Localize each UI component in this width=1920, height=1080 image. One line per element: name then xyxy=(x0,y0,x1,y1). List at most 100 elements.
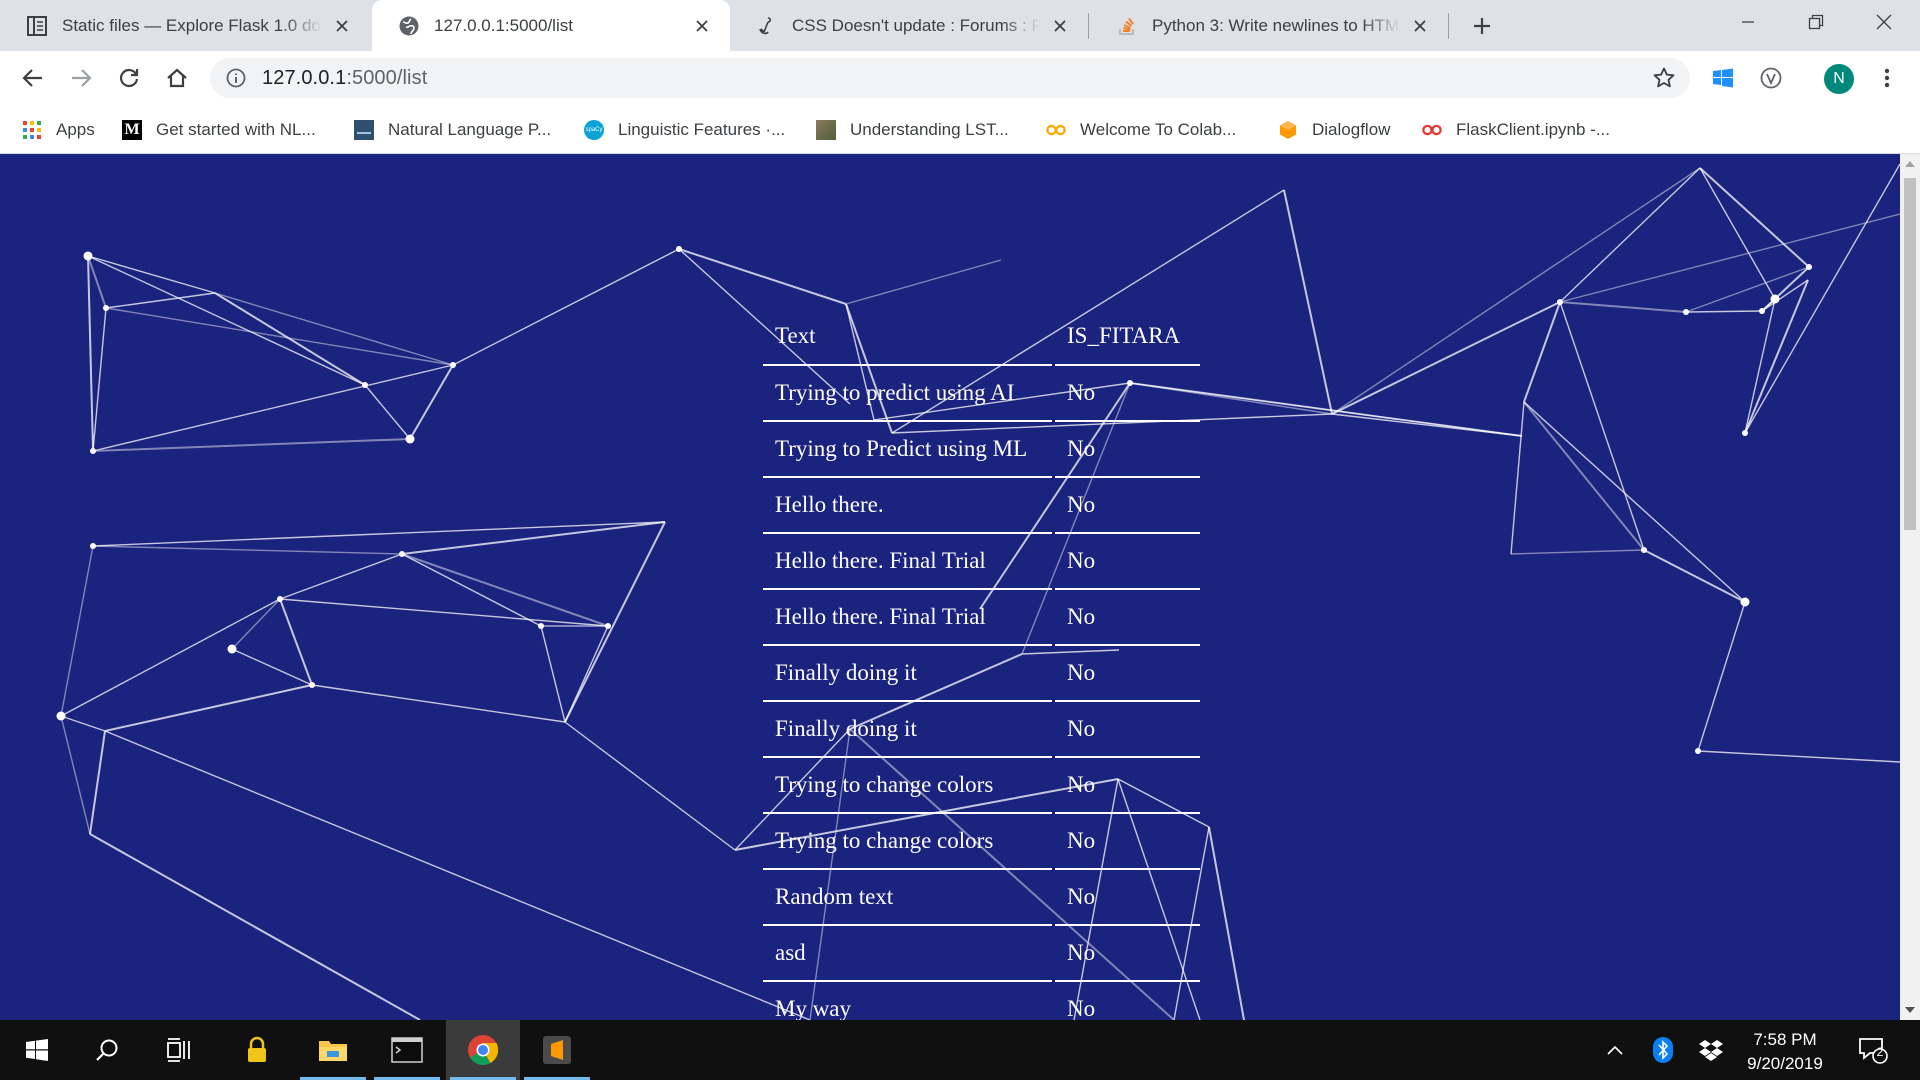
book-icon xyxy=(26,15,48,37)
forward-button[interactable] xyxy=(64,61,98,95)
search-button[interactable] xyxy=(70,1020,144,1080)
bookmark-flaskclient[interactable]: FlaskClient.ipynb -... xyxy=(1422,117,1610,143)
network-node xyxy=(227,644,237,654)
cell-text: Hello there. Final Trial xyxy=(763,590,1052,646)
network-line xyxy=(87,255,94,452)
network-line xyxy=(60,545,94,717)
taskbar-clock[interactable]: 7:58 PM 9/20/2019 xyxy=(1730,1028,1840,1076)
dropbox-tray-button[interactable] xyxy=(1696,1035,1726,1065)
bookmark-linguistic-features[interactable]: spaCy Linguistic Features ·... xyxy=(584,117,785,143)
network-node xyxy=(1806,264,1812,270)
minimize-button[interactable] xyxy=(1720,0,1776,44)
arrow-right-icon xyxy=(72,69,92,87)
colab-icon xyxy=(1422,120,1442,140)
task-view-button[interactable] xyxy=(142,1020,216,1080)
clock-time: 7:58 PM xyxy=(1753,1030,1817,1049)
bookmarks-bar: Apps M Get started with NL... Natural La… xyxy=(0,105,1920,154)
taskbar-chrome[interactable] xyxy=(446,1020,520,1080)
cell-is-fitara: No xyxy=(1055,534,1200,590)
bookmark-understanding-lstm[interactable]: Understanding LST... xyxy=(816,117,1009,143)
network-line xyxy=(1744,163,1900,434)
bluetooth-icon xyxy=(1653,1037,1673,1063)
url-text: 127.0.0.1:5000/list xyxy=(262,67,427,90)
home-button[interactable] xyxy=(160,61,194,95)
tab-stackoverflow[interactable]: Python 3: Write newlines to HTM xyxy=(1090,0,1448,51)
windows-extension-button[interactable] xyxy=(1706,61,1740,95)
tab-title: CSS Doesn't update : Forums : Py xyxy=(792,15,1040,35)
network-node xyxy=(1695,748,1701,754)
cell-text: Hello there. xyxy=(763,478,1052,534)
network-line xyxy=(92,364,454,452)
taskbar-terminal[interactable] xyxy=(370,1020,444,1080)
network-line xyxy=(1331,167,1701,415)
cell-is-fitara: No xyxy=(1055,758,1200,814)
network-line xyxy=(1685,266,1810,313)
network-node xyxy=(1641,547,1647,553)
network-node xyxy=(676,246,682,252)
network-line xyxy=(105,292,216,309)
new-tab-button[interactable] xyxy=(1468,12,1496,40)
network-line xyxy=(1643,549,1746,603)
close-icon[interactable] xyxy=(1408,14,1432,38)
bookmark-star-icon[interactable] xyxy=(1652,66,1676,90)
kebab-menu-icon xyxy=(1884,68,1890,88)
table-row: asd No xyxy=(763,926,1200,982)
bookmark-label: Welcome To Colab... xyxy=(1080,120,1237,139)
network-line xyxy=(231,598,281,650)
scroll-up-button[interactable] xyxy=(1900,154,1920,174)
show-hidden-icons-button[interactable] xyxy=(1600,1035,1630,1065)
action-center-button[interactable]: 2 xyxy=(1858,1035,1888,1065)
cell-text: Trying to change colors xyxy=(763,758,1052,814)
table-row: Trying to change colors No xyxy=(763,814,1200,870)
tab-css-forum[interactable]: CSS Doesn't update : Forums : Py xyxy=(730,0,1088,51)
bookmark-apps[interactable]: Apps xyxy=(22,117,95,143)
vimeo-extension-button[interactable] xyxy=(1754,61,1788,95)
scroll-down-button[interactable] xyxy=(1900,1000,1920,1020)
network-line xyxy=(214,292,366,386)
network-line xyxy=(364,384,411,440)
close-icon[interactable] xyxy=(1048,14,1072,38)
start-button[interactable] xyxy=(0,1020,74,1080)
taskbar-sublime[interactable] xyxy=(520,1020,594,1080)
network-line xyxy=(1523,401,1645,551)
bookmark-welcome-colab[interactable]: Welcome To Colab... xyxy=(1046,117,1236,143)
cell-text: Random text xyxy=(763,870,1052,926)
close-icon[interactable] xyxy=(330,14,354,38)
terminal-icon xyxy=(391,1037,423,1063)
network-line xyxy=(564,721,736,851)
bluetooth-tray-button[interactable] xyxy=(1648,1035,1678,1065)
bookmark-natural-language[interactable]: Natural Language P... xyxy=(354,117,551,143)
taskbar-lock-app[interactable] xyxy=(220,1020,294,1080)
cell-is-fitara: No xyxy=(1055,366,1200,422)
bookmark-label: Linguistic Features ·... xyxy=(618,120,786,139)
taskbar-file-explorer[interactable] xyxy=(296,1020,370,1080)
network-line xyxy=(1510,549,1645,555)
bookmark-dialogflow[interactable]: Dialogflow xyxy=(1278,117,1390,143)
network-node xyxy=(1742,430,1748,436)
bookmark-label: Get started with NL... xyxy=(156,120,316,139)
cell-is-fitara: No xyxy=(1055,478,1200,534)
scrollbar-thumb[interactable] xyxy=(1904,178,1916,530)
network-line xyxy=(401,553,609,627)
reload-button[interactable] xyxy=(112,61,146,95)
cell-is-fitara: No xyxy=(1055,702,1200,758)
profile-avatar[interactable]: N xyxy=(1824,64,1854,94)
tab-list-page[interactable]: 127.0.0.1:5000/list xyxy=(372,0,730,51)
address-bar[interactable]: 127.0.0.1:5000/list xyxy=(210,58,1690,98)
tab-static-files[interactable]: Static files — Explore Flask 1.0 do xyxy=(0,0,370,51)
restore-button[interactable] xyxy=(1788,0,1844,44)
window-close-button[interactable] xyxy=(1856,0,1912,44)
colab-icon xyxy=(1046,120,1066,140)
bookmark-label: FlaskClient.ipynb -... xyxy=(1456,120,1610,139)
bookmark-nlp-medium[interactable]: M Get started with NL... xyxy=(122,117,316,143)
menu-button[interactable] xyxy=(1870,61,1904,95)
info-icon[interactable] xyxy=(226,68,246,88)
vertical-scrollbar[interactable] xyxy=(1900,154,1920,1020)
caret-down-icon xyxy=(1905,1007,1915,1013)
back-button[interactable] xyxy=(16,61,50,95)
table-row: My way No xyxy=(763,982,1200,1020)
table-row: Finally doing it No xyxy=(763,702,1200,758)
close-icon[interactable] xyxy=(690,14,714,38)
network-line xyxy=(564,521,666,723)
bookmark-label: Understanding LST... xyxy=(850,120,1009,139)
